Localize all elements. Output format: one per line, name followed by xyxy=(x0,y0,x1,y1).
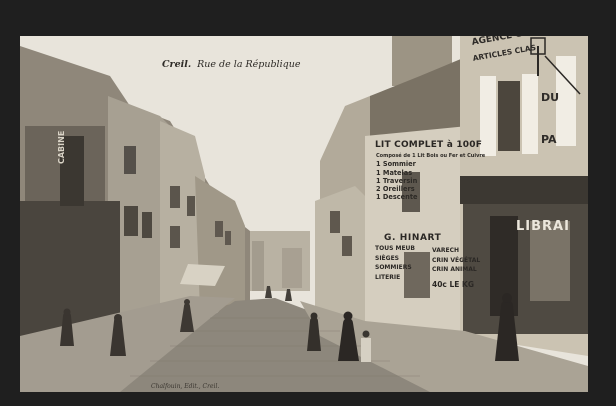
lit-line: 1 Sommier xyxy=(376,160,416,169)
hinart-left-item: SOMMIERS xyxy=(375,264,412,271)
lit-line: 1 Matelas xyxy=(376,168,413,177)
du-sign: DU xyxy=(541,91,560,104)
hinart-left-item: LITERIE xyxy=(375,273,401,281)
postcard-caption: Creil. Rue de la République xyxy=(162,59,300,70)
lit-line: Composé de 1 Lit Bois ou Fer et Cuivre xyxy=(376,153,486,159)
lit-line: 1 Traversin xyxy=(376,176,418,185)
hinart-left-item: TOUS MEUB xyxy=(375,245,415,252)
hinart-sign: G. HINART xyxy=(384,233,442,243)
hinart-left-item: SIÈGES xyxy=(375,254,399,262)
postcard-photo: Creil.Rue de la République AGENCE GÉNÉ A… xyxy=(20,36,588,392)
hinart-right-item: VARECH xyxy=(432,247,460,254)
hinart-left-list: TOUS MEUB SIÈGES SOMMIERS LITERIE xyxy=(375,244,415,282)
lit-complet-lines: Composé de 1 Lit Bois ou Fer et Cuivre 1… xyxy=(376,152,486,202)
lit-line: 1 Descente xyxy=(376,193,418,202)
lit-line: 2 Oreillers xyxy=(376,185,415,194)
caption-place: Creil. xyxy=(162,59,192,70)
librairie-text: LIBRAI xyxy=(516,219,570,234)
street-scene xyxy=(20,36,588,392)
caption-street: Rue de la République xyxy=(197,59,301,70)
publisher-credit: Chalfouin, Edit., Creil. xyxy=(151,383,220,390)
hinart-right-list: VARECH CRIN VÉGÉTAL CRIN ANIMAL xyxy=(432,246,480,275)
cabinet-sign: CABINE xyxy=(57,130,66,164)
hinart-right-item: CRIN VÉGÉTAL xyxy=(432,256,481,264)
hinart-right-item: CRIN ANIMAL xyxy=(432,266,477,273)
lit-complet-title: LIT COMPLET à 100F xyxy=(375,140,483,150)
pa-sign: PA xyxy=(541,133,557,146)
hinart-price: 40c LE KG xyxy=(432,280,474,289)
